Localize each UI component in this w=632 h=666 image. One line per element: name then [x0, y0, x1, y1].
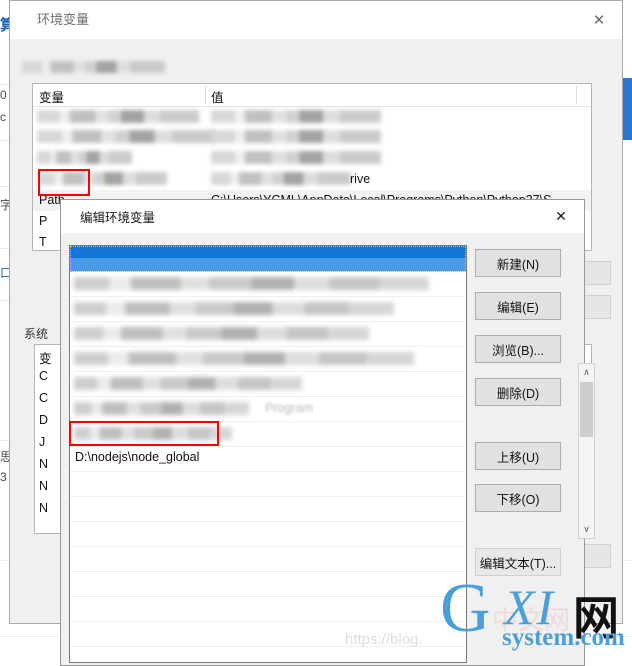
redacted-cell	[211, 110, 381, 123]
table-row[interactable]	[33, 148, 591, 169]
system-variables-label: 系统	[24, 327, 49, 341]
column-header-value[interactable]: 值	[211, 87, 224, 106]
redacted-entry	[74, 302, 394, 315]
redacted-entry	[74, 327, 369, 340]
edit-button[interactable]: 编辑(E)	[475, 292, 561, 320]
list-item[interactable]	[70, 521, 466, 547]
browse-button[interactable]: 浏览(B)...	[475, 335, 561, 363]
inner-dialog-title: 编辑环境变量	[80, 211, 156, 225]
bg-text-fragment: 0	[0, 88, 7, 102]
path-entries-list[interactable]: Program D:\nodejs\node_global	[69, 245, 467, 663]
list-item[interactable]: Program	[70, 396, 466, 422]
list-item[interactable]	[70, 496, 466, 522]
system-row[interactable]: N	[39, 457, 48, 471]
redacted-cell	[211, 151, 381, 164]
list-item[interactable]	[70, 296, 466, 322]
system-row[interactable]: D	[39, 413, 48, 427]
list-item[interactable]	[70, 596, 466, 622]
system-row[interactable]: J	[39, 435, 45, 449]
scrollbar-thumb[interactable]	[580, 382, 593, 437]
list-item[interactable]	[70, 271, 466, 297]
system-row[interactable]: C	[39, 391, 48, 405]
redacted-entry	[74, 427, 232, 440]
bg-text-fragment: c	[0, 110, 6, 124]
screenshot-root: 算 0 c 字 口 思 3 环境变量 ✕ 变量 值 rive Path P T …	[0, 0, 632, 666]
list-item[interactable]	[70, 621, 466, 647]
list-item[interactable]	[70, 421, 466, 447]
edit-text-button[interactable]: 编辑文本(T)...	[475, 548, 561, 576]
redacted-entry	[74, 277, 429, 290]
move-up-button[interactable]: 上移(U)	[475, 442, 561, 470]
column-divider[interactable]	[205, 86, 206, 104]
redacted-cell	[211, 172, 351, 185]
outer-dialog-title: 环境变量	[37, 12, 90, 27]
table-row[interactable]: rive	[33, 169, 591, 190]
table-cell-variable: P	[39, 214, 48, 228]
system-row[interactable]: C	[39, 369, 48, 383]
redacted-cell	[37, 172, 167, 185]
redacted-entry	[74, 377, 302, 390]
system-row[interactable]: N	[39, 501, 48, 515]
ghost-entry-text: Program	[265, 401, 313, 415]
scroll-up-icon[interactable]: ∧	[579, 364, 594, 381]
outer-titlebar: 环境变量 ✕	[10, 1, 622, 40]
list-item-node-global[interactable]: D:\nodejs\node_global	[70, 446, 466, 472]
edit-environment-variable-dialog: 编辑环境变量 ✕ Program D:\nodejs\node_global 新…	[60, 199, 585, 666]
redacted-cell	[37, 151, 132, 164]
column-header-variable[interactable]: 变量	[39, 87, 64, 106]
bg-text-fragment: 3	[0, 470, 7, 484]
list-item[interactable]	[70, 321, 466, 347]
table-row[interactable]	[33, 106, 591, 127]
delete-button[interactable]: 删除(D)	[475, 378, 561, 406]
list-item-label: D:\nodejs\node_global	[75, 450, 200, 464]
list-item[interactable]	[70, 571, 466, 597]
list-item[interactable]	[70, 371, 466, 397]
table-row[interactable]	[33, 127, 591, 148]
scroll-down-icon[interactable]: ∨	[579, 521, 594, 538]
new-button[interactable]: 新建(N)	[475, 249, 561, 277]
list-item[interactable]	[70, 546, 466, 572]
column-divider[interactable]	[576, 86, 577, 104]
list-item[interactable]	[70, 346, 466, 372]
redacted-cell	[37, 130, 215, 143]
redacted-entry	[74, 352, 414, 365]
inner-titlebar: 编辑环境变量 ✕	[61, 200, 584, 233]
inner-dialog-body: Program D:\nodejs\node_global 新建(N) 编辑(E…	[61, 233, 584, 665]
system-column-header[interactable]: 变	[39, 348, 52, 367]
list-item[interactable]	[70, 246, 466, 272]
table-cell-value: rive	[350, 172, 371, 186]
redacted-cell	[37, 110, 199, 123]
system-row[interactable]: N	[39, 479, 48, 493]
redacted-entry	[74, 402, 249, 415]
vertical-scrollbar[interactable]: ∧ ∨	[578, 363, 595, 539]
close-icon[interactable]: ✕	[538, 201, 584, 232]
list-item[interactable]	[70, 471, 466, 497]
user-variables-label-redacted	[22, 61, 165, 73]
close-icon[interactable]: ✕	[576, 5, 622, 35]
list-item[interactable]	[70, 646, 466, 662]
redacted-cell	[211, 130, 381, 143]
table-header-row: 变量 值	[33, 84, 591, 107]
table-cell-variable: T	[39, 235, 47, 249]
move-down-button[interactable]: 下移(O)	[475, 484, 561, 512]
